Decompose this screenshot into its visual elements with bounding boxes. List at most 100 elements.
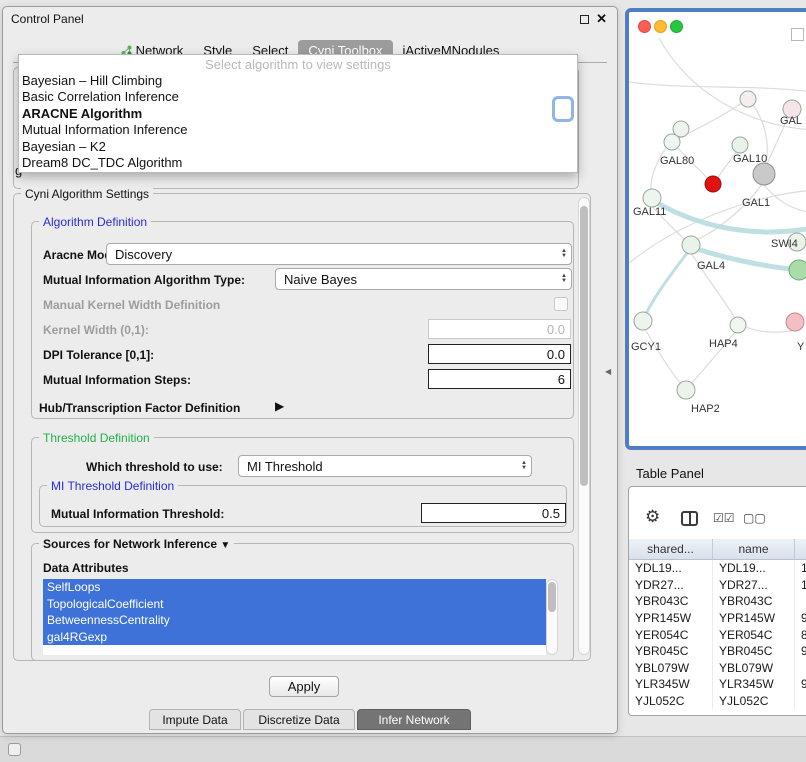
mi-steps-field[interactable]: 6	[428, 369, 571, 389]
window-title: Control Panel	[11, 12, 84, 26]
cell[interactable]: YPR145W	[713, 610, 795, 627]
column-header-shared[interactable]: shared...	[629, 539, 713, 560]
cell[interactable]: YPR145W	[629, 610, 713, 627]
table-row[interactable]: YDR27...YDR27...12	[629, 577, 806, 594]
dock-panel-icon[interactable]	[8, 743, 21, 756]
zoom-traffic-light[interactable]	[670, 20, 683, 33]
cell[interactable]	[795, 693, 806, 710]
cell[interactable]	[795, 593, 806, 610]
list-item[interactable]: SelfLoops	[43, 579, 546, 596]
which-threshold-select[interactable]: MI Threshold ▲▼	[238, 455, 532, 477]
minimize-traffic-light[interactable]	[654, 20, 667, 33]
which-threshold-value: MI Threshold	[247, 459, 323, 474]
algorithm-option[interactable]: Bayesian – K2	[19, 139, 577, 155]
float-button[interactable]	[580, 15, 589, 24]
cell[interactable]: YBR043C	[629, 593, 713, 610]
list-item[interactable]: BetweennessCentrality	[43, 612, 546, 629]
mi-threshold-field[interactable]: 0.5	[421, 503, 566, 523]
aracne-mode-select[interactable]: Discovery ▲▼	[106, 243, 572, 265]
expand-arrow-icon[interactable]: ▶	[275, 399, 284, 413]
table-row[interactable]: YDL19...YDL19...13	[629, 560, 806, 577]
table-row[interactable]: YBR045CYBR045C9.	[629, 643, 806, 660]
combo-arrows-icon: ▲▼	[555, 274, 567, 284]
cell[interactable]: YLR345W	[713, 676, 795, 693]
table-row[interactable]: YJL052CYJL052C	[629, 693, 806, 710]
select-all-icon[interactable]: ☑☑	[713, 511, 735, 525]
manual-kernel-checkbox[interactable]	[554, 297, 568, 311]
mi-type-select[interactable]: Naive Bayes ▲▼	[275, 268, 572, 290]
cell[interactable]: YBR045C	[713, 643, 795, 660]
cell[interactable]: YDR27...	[629, 577, 713, 594]
cell[interactable]: YDR27...	[713, 577, 795, 594]
svg-text:SWI4: SWI4	[771, 238, 798, 250]
list-item[interactable]: gal4RGexp	[43, 629, 546, 646]
kernel-width-field[interactable]: 0.0	[428, 319, 571, 339]
data-attributes-list[interactable]: SelfLoops TopologicalCoefficient Between…	[43, 579, 546, 655]
network-canvas[interactable]: GAL GAL80 GAL10 GAL1 GAL11 SWI4 GAL4 GCY…	[629, 38, 806, 448]
tab-infer-network[interactable]: Infer Network	[357, 709, 471, 730]
tab-impute-data[interactable]: Impute Data	[149, 709, 241, 730]
list-item[interactable]: TopologicalCoefficient	[43, 596, 546, 613]
combo-arrows-icon: ▲▼	[555, 249, 567, 259]
cell[interactable]	[795, 660, 806, 677]
tab-discretize-data[interactable]: Discretize Data	[243, 709, 355, 730]
svg-text:GAL: GAL	[780, 115, 802, 127]
column-header-name[interactable]: name	[713, 539, 795, 560]
cell[interactable]: YLR345W	[629, 676, 713, 693]
settings-scrollbar-thumb[interactable]	[580, 206, 588, 486]
cell[interactable]: YER054C	[713, 626, 795, 643]
close-button[interactable]: ✕	[596, 11, 607, 27]
list-scrollbar[interactable]	[546, 579, 558, 655]
apply-button[interactable]: Apply	[269, 676, 339, 697]
table-body: YDL19...YDL19...13 YDR27...YDR27...12 YB…	[629, 560, 806, 715]
cell[interactable]: 9.	[795, 610, 806, 627]
deselect-all-icon[interactable]: ▢▢	[743, 511, 766, 525]
cell[interactable]: 9.	[795, 676, 806, 693]
algorithm-option[interactable]: Basic Correlation Inference	[19, 89, 577, 105]
cell[interactable]: YBR045C	[629, 643, 713, 660]
splitter-collapse-icon[interactable]: ◀	[605, 367, 611, 376]
cell[interactable]: YDL19...	[713, 560, 795, 577]
algorithm-definition-title: Algorithm Definition	[39, 215, 151, 229]
sources-group-title[interactable]: Sources for Network Inference ▼	[39, 537, 234, 551]
combo-arrows-icon: ▲▼	[515, 461, 527, 471]
svg-text:GAL11: GAL11	[633, 206, 666, 218]
cell[interactable]: YJL052C	[713, 693, 795, 710]
hub-definition-toggle-label[interactable]: Hub/Transcription Factor Definition	[39, 401, 240, 415]
cell[interactable]: YBR043C	[713, 593, 795, 610]
cell[interactable]: YBL079W	[713, 660, 795, 677]
algorithm-option[interactable]: Bayesian – Hill Climbing	[19, 73, 577, 89]
table-row[interactable]: YER054CYER054C8.	[629, 626, 806, 643]
close-traffic-light[interactable]	[638, 20, 651, 33]
algorithm-option[interactable]: Mutual Information Inference	[19, 122, 577, 138]
table-row[interactable]: YPR145WYPR145W9.	[629, 610, 806, 627]
which-threshold-label: Which threshold to use:	[86, 460, 223, 474]
table-row[interactable]: YLR345WYLR345W9.	[629, 676, 806, 693]
table-row[interactable]: YBL079WYBL079W	[629, 660, 806, 677]
gear-icon[interactable]: ⚙	[645, 507, 660, 527]
combo-focus-ring[interactable]	[552, 96, 574, 122]
columns-icon[interactable]	[681, 511, 698, 526]
column-header-extra[interactable]	[795, 539, 806, 560]
list-scrollbar-thumb[interactable]	[548, 582, 556, 612]
cell[interactable]: YER054C	[629, 626, 713, 643]
cell[interactable]: YDL19...	[629, 560, 713, 577]
settings-scrollbar[interactable]	[578, 197, 590, 655]
algorithm-option[interactable]: Dream8 DC_TDC Algorithm	[19, 155, 577, 171]
cell[interactable]: YBL079W	[629, 660, 713, 677]
cell[interactable]: 9.	[795, 643, 806, 660]
control-panel-titlebar[interactable]: Control Panel ✕	[3, 7, 617, 31]
collapse-arrow-icon[interactable]: ▼	[220, 540, 230, 551]
cell[interactable]: 12	[795, 577, 806, 594]
svg-text:GAL80: GAL80	[660, 155, 694, 167]
cell[interactable]: 8.	[795, 626, 806, 643]
data-attributes-label: Data Attributes	[43, 561, 129, 575]
dpi-tolerance-field[interactable]: 0.0	[428, 344, 571, 364]
cell[interactable]: YJL052C	[629, 693, 713, 710]
algorithm-option-selected[interactable]: ARACNE Algorithm	[19, 106, 577, 122]
network-edge-thick[interactable]	[644, 200, 806, 318]
kernel-width-label: Kernel Width (0,1):	[43, 323, 149, 337]
network-node-label: GAL GAL80 GAL10 GAL1 GAL11 SWI4 GAL4 GCY…	[631, 115, 805, 415]
table-row[interactable]: YBR043CYBR043C	[629, 593, 806, 610]
cell[interactable]: 13	[795, 560, 806, 577]
